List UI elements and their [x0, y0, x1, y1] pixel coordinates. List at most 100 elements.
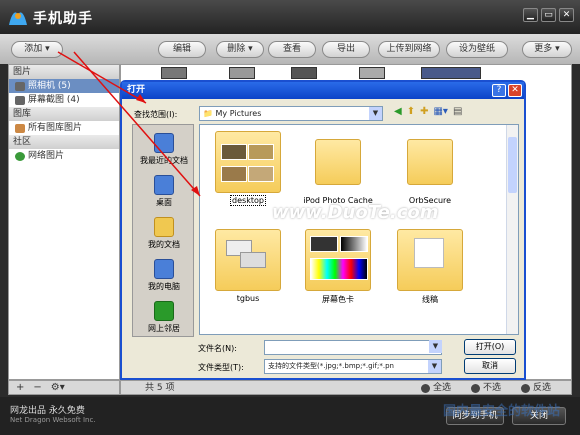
sidebar-item-web-pictures[interactable]: 网络图片: [9, 149, 119, 163]
recent-documents-icon: [154, 133, 174, 153]
more-button-label: 更多: [534, 44, 553, 54]
file-item-desktop[interactable]: desktop: [210, 131, 286, 206]
desktop-icon: [154, 175, 174, 195]
deselect-label: 不选: [483, 383, 502, 393]
photo-thumbnail[interactable]: [359, 67, 385, 79]
globe-icon: [15, 151, 25, 161]
look-in-dropdown[interactable]: 📁 My Pictures ▼: [199, 106, 383, 121]
place-label: 网上邻居: [148, 324, 180, 333]
set-wallpaper-button[interactable]: 设为壁纸: [446, 41, 508, 58]
place-label: 我的文档: [148, 240, 180, 249]
chevron-down-icon[interactable]: ▼: [429, 340, 442, 353]
sidebar-item-all-gallery[interactable]: 所有图库图片: [9, 121, 119, 135]
filetype-value: 支持的文件类型(*.jpg;*.bmp;*.gif;*.pn: [268, 362, 394, 370]
place-label: 我的电脑: [148, 282, 180, 291]
help-button[interactable]: ?: [492, 84, 506, 97]
edit-button[interactable]: 编辑: [158, 41, 206, 58]
more-button[interactable]: 更多 ▾: [522, 41, 572, 58]
file-list-scrollbar[interactable]: [506, 125, 518, 334]
sidebar-section-community: 社区: [9, 135, 119, 149]
file-label: 屏幕色卡: [322, 295, 354, 304]
network-icon: [154, 301, 174, 321]
maximize-button[interactable]: ▭: [541, 8, 556, 22]
place-my-computer[interactable]: 我的电脑: [133, 259, 195, 292]
photo-thumbnail[interactable]: [291, 67, 317, 79]
remove-album-button[interactable]: −: [33, 381, 41, 394]
status-bar: 共 5 项 全选 不选 反选: [120, 380, 572, 395]
upload-button[interactable]: 上传到网络: [378, 41, 440, 58]
file-item-ipod-photo-cache[interactable]: iPod Photo Cache: [300, 131, 376, 205]
folder-icon: 📁: [203, 109, 213, 118]
site-watermark: 国内最安全的软件站: [443, 404, 561, 419]
place-recent-documents[interactable]: 我最近的文档: [133, 133, 195, 166]
item-count: 共 5 项: [145, 383, 175, 393]
sidebar-item-camera[interactable]: 照相机 (5): [9, 79, 119, 93]
dialog-title-bar: 打开: [122, 82, 524, 99]
invert-label: 反选: [533, 383, 552, 393]
place-network[interactable]: 网上邻居: [133, 301, 195, 334]
invert-icon: [521, 383, 530, 393]
sidebar-item-label: 照相机 (5): [28, 81, 71, 91]
export-button[interactable]: 导出: [322, 41, 370, 58]
photo-thumbnail[interactable]: [161, 67, 187, 79]
file-item-tgbus[interactable]: tgbus: [210, 229, 286, 303]
folder-thumbnail-icon: [215, 131, 281, 193]
place-label: 我最近的文档: [140, 156, 188, 165]
app-title: 手机助手: [33, 11, 93, 27]
deselect-button[interactable]: 不选: [471, 382, 501, 394]
dialog-close-button[interactable]: ✕: [508, 84, 522, 97]
folder-thumbnail-icon: [397, 229, 463, 291]
my-computer-icon: [154, 259, 174, 279]
sidebar: 图片 照相机 (5) 屏幕截图 (4) 图库 所有图库图片 社区 网络图片: [8, 64, 120, 380]
scrollbar-thumb[interactable]: [508, 137, 517, 193]
place-label: 桌面: [156, 198, 172, 207]
new-folder-icon[interactable]: ✚: [420, 106, 428, 117]
close-window-button[interactable]: ✕: [559, 8, 574, 22]
filetype-label: 文件类型(T):: [198, 363, 244, 372]
view-button[interactable]: 查看: [268, 41, 316, 58]
add-album-button[interactable]: +: [16, 381, 24, 394]
tools-icon[interactable]: ▤: [453, 106, 462, 117]
camera-icon: [15, 95, 25, 105]
file-label: tgbus: [236, 294, 260, 303]
chevron-down-icon: ▼: [428, 360, 441, 373]
folder-thumbnail-icon: [215, 229, 281, 291]
sidebar-item-label: 所有图库图片: [28, 123, 83, 133]
uncheck-icon: [471, 383, 480, 393]
filetype-dropdown[interactable]: 支持的文件类型(*.jpg;*.bmp;*.gif;*.pn ▼: [264, 359, 442, 374]
delete-button[interactable]: 删除 ▾: [216, 41, 264, 58]
places-bar: 我最近的文档 桌面 我的文档 我的电脑 网上邻居: [132, 124, 194, 337]
folder-thumbnail-icon: [305, 229, 371, 291]
sidebar-item-screenshots[interactable]: 屏幕截图 (4): [9, 93, 119, 107]
filename-label: 文件名(N):: [198, 344, 237, 353]
up-folder-icon[interactable]: ⬆: [407, 106, 415, 117]
cancel-button[interactable]: 取消: [464, 358, 516, 374]
view-menu-icon[interactable]: ▦▾: [433, 106, 447, 117]
file-item-orbsecure[interactable]: OrbSecure: [392, 131, 468, 205]
file-item-screen-color-card[interactable]: 屏幕色卡: [300, 229, 376, 305]
invert-selection-button[interactable]: 反选: [521, 382, 551, 394]
open-button[interactable]: 打开(O): [464, 339, 516, 355]
toolbar: 添加 ▾ 编辑 删除 ▾ 查看 导出 上传到网络 设为壁纸 更多 ▾: [0, 34, 580, 64]
place-my-documents[interactable]: 我的文档: [133, 217, 195, 250]
minimize-button[interactable]: ▁: [523, 8, 538, 22]
chevron-down-icon: ▾: [555, 44, 560, 54]
check-icon: [421, 383, 430, 393]
back-icon[interactable]: ◀: [394, 106, 402, 117]
chevron-down-icon: ▼: [369, 107, 382, 120]
sidebar-actions: + − ⚙▾: [8, 380, 120, 395]
place-desktop[interactable]: 桌面: [133, 175, 195, 208]
add-button[interactable]: 添加 ▾: [11, 41, 63, 58]
dialog-watermark: www.DuoTe.com: [272, 202, 439, 223]
filename-input[interactable]: [264, 340, 442, 355]
sidebar-item-label: 屏幕截图 (4): [28, 95, 80, 105]
file-item-line-draft[interactable]: 线稿: [392, 229, 468, 305]
image-icon: [15, 123, 25, 133]
settings-gear-icon[interactable]: ⚙▾: [51, 381, 65, 394]
app-logo-icon: [6, 7, 30, 27]
select-all-button[interactable]: 全选: [421, 382, 451, 394]
select-all-label: 全选: [433, 383, 452, 393]
photo-thumbnail[interactable]: [421, 67, 481, 79]
camera-icon: [15, 81, 25, 91]
photo-thumbnail[interactable]: [229, 67, 255, 79]
